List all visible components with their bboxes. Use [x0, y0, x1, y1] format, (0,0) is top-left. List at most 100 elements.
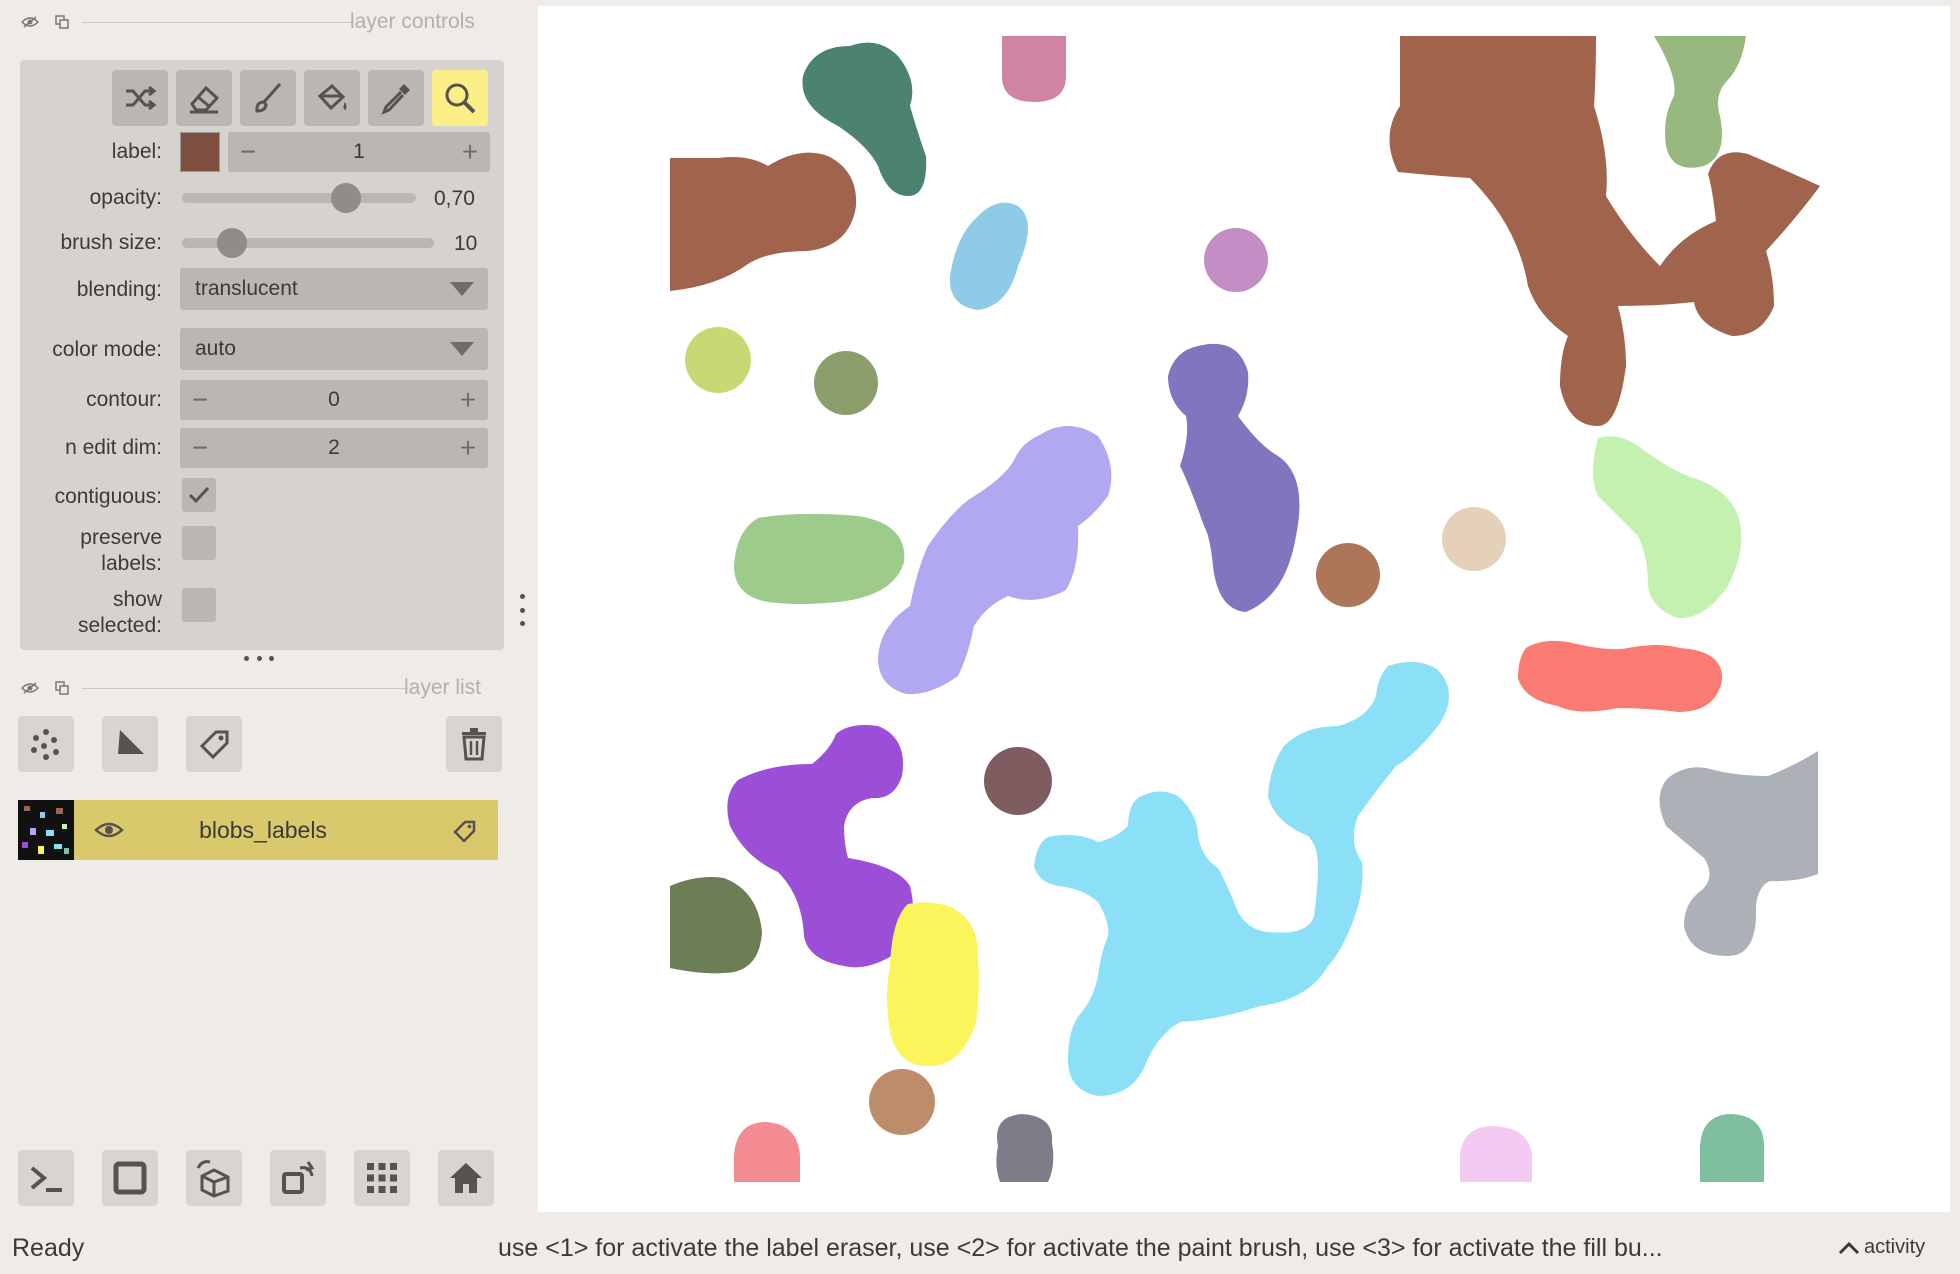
- paint-brush-icon: [255, 83, 282, 113]
- square-icon: [113, 1161, 147, 1195]
- layer-thumbnail: [18, 800, 74, 860]
- status-ready: Ready: [12, 1234, 85, 1262]
- label-value: 1: [353, 140, 365, 163]
- color-picker-button[interactable]: [368, 70, 424, 126]
- activity-button[interactable]: activity: [1838, 1236, 1925, 1259]
- blending-value: translucent: [195, 277, 298, 300]
- toggle-ndisplay-button[interactable]: [102, 1150, 158, 1206]
- preserve-labels-label-line1: preserve: [80, 526, 162, 549]
- new-points-layer-button[interactable]: [18, 716, 74, 772]
- contiguous-label: contiguous:: [54, 485, 162, 508]
- blob-rose: [734, 1122, 800, 1182]
- color-mode-label: color mode:: [52, 338, 162, 361]
- reset-view-button[interactable]: [438, 1150, 494, 1206]
- contour-increment-button[interactable]: +: [448, 384, 488, 416]
- blob-gray: [1659, 751, 1818, 956]
- layer-name[interactable]: blobs_labels: [88, 800, 438, 860]
- opacity-value: 0,70: [434, 187, 475, 210]
- opacity-slider-handle[interactable]: [330, 183, 361, 213]
- blob-slate-purple: [1168, 343, 1300, 612]
- 3d-view-button[interactable]: [186, 1150, 242, 1206]
- fill-bucket-button[interactable]: [304, 70, 360, 126]
- viewer-canvas[interactable]: [538, 6, 1950, 1212]
- new-labels-layer-button[interactable]: [186, 716, 242, 772]
- contour-spinbox[interactable]: − 0 +: [180, 380, 488, 420]
- label-increment-button[interactable]: +: [450, 136, 490, 168]
- shuffle-colors-icon: [126, 85, 157, 111]
- blob-light-green: [734, 513, 905, 604]
- blob-olive: [814, 351, 878, 415]
- tag-icon: [199, 730, 229, 760]
- fill-bucket-icon: [317, 83, 347, 111]
- blob-yellow: [887, 902, 979, 1067]
- pan-zoom-button[interactable]: [432, 70, 488, 126]
- dock-splitter-handle[interactable]: [520, 594, 526, 626]
- show-selected-label-line1: show: [112, 588, 162, 611]
- layer-item-blobs-labels[interactable]: blobs_labels: [18, 800, 498, 860]
- labels-layer-type-icon: [452, 818, 478, 849]
- blob-light-cyan: [1034, 661, 1449, 1096]
- 3d-cube-icon: [196, 1160, 230, 1198]
- blob-brown-left: [670, 152, 857, 291]
- brush-size-value: 10: [454, 232, 478, 255]
- delete-layer-button[interactable]: [446, 716, 502, 772]
- roll-dimensions-button[interactable]: [270, 1150, 326, 1206]
- paint-brush-button[interactable]: [240, 70, 296, 126]
- n-edit-dim-label: n edit dim:: [65, 436, 162, 459]
- roll-icon: [282, 1161, 315, 1194]
- points-icon: [31, 729, 59, 760]
- blob-pink-top: [1002, 36, 1066, 102]
- layer-list-title: layer list: [404, 676, 482, 699]
- dropdown-arrow-icon: [450, 282, 474, 296]
- preserve-labels-checkbox[interactable]: [182, 526, 216, 560]
- console-icon: [30, 1166, 62, 1192]
- header-divider: [82, 22, 352, 23]
- header-divider: [82, 688, 408, 689]
- n-edit-dim-decrement-button[interactable]: −: [180, 432, 220, 464]
- contour-label: contour:: [86, 388, 162, 411]
- n-edit-dim-increment-button[interactable]: +: [448, 432, 488, 464]
- status-message: use <1> for activate the label eraser, u…: [498, 1234, 1663, 1262]
- grid-view-button[interactable]: [354, 1150, 410, 1206]
- eraser-button[interactable]: [176, 70, 232, 126]
- console-button[interactable]: [18, 1150, 74, 1206]
- opacity-label: opacity:: [89, 186, 162, 209]
- blob-lavender: [878, 426, 1112, 695]
- show-selected-checkbox[interactable]: [182, 588, 216, 622]
- blob-light-pink: [1460, 1126, 1532, 1182]
- layer-list-header: layer list: [20, 676, 504, 700]
- layer-controls-title: layer controls: [350, 10, 475, 33]
- contiguous-checkbox[interactable]: [182, 478, 216, 512]
- float-panel-icon[interactable]: [52, 12, 72, 32]
- grid-icon: [367, 1163, 397, 1193]
- blob-salmon: [1518, 640, 1723, 712]
- activity-label: activity: [1864, 1236, 1926, 1258]
- blob-brown-large: [1389, 36, 1820, 426]
- blob-dark-gray: [996, 1114, 1054, 1182]
- blob-mint: [1593, 436, 1742, 619]
- label-color-swatch[interactable]: [180, 132, 220, 172]
- blob-orchid: [1204, 228, 1268, 292]
- n-edit-dim-value: 2: [328, 436, 340, 459]
- visibility-toggle-icon[interactable]: [20, 12, 40, 32]
- contour-decrement-button[interactable]: −: [180, 384, 220, 416]
- shapes-icon: [118, 730, 144, 754]
- new-shapes-layer-button[interactable]: [102, 716, 158, 772]
- shuffle-colors-button[interactable]: [112, 70, 168, 126]
- float-panel-icon[interactable]: [52, 678, 72, 698]
- blob-beige: [1442, 507, 1506, 571]
- panel-resize-handle[interactable]: [244, 656, 274, 666]
- home-icon: [450, 1163, 482, 1193]
- opacity-slider[interactable]: [182, 193, 416, 203]
- label-spinbox[interactable]: − 1 +: [228, 132, 490, 172]
- blob-brown-small: [1316, 543, 1380, 607]
- blending-select[interactable]: translucent: [180, 268, 488, 310]
- n-edit-dim-spinbox[interactable]: − 2 +: [180, 428, 488, 468]
- show-selected-label-line2: selected:: [77, 614, 162, 637]
- brush-size-slider-handle[interactable]: [217, 228, 248, 258]
- color-mode-select[interactable]: auto: [180, 328, 488, 370]
- label-decrement-button[interactable]: −: [228, 136, 268, 168]
- layer-controls-panel: label: − 1 + opacity: 0,70 brush size: 1…: [20, 60, 504, 650]
- visibility-toggle-icon[interactable]: [20, 678, 40, 698]
- blob-tan: [869, 1069, 935, 1135]
